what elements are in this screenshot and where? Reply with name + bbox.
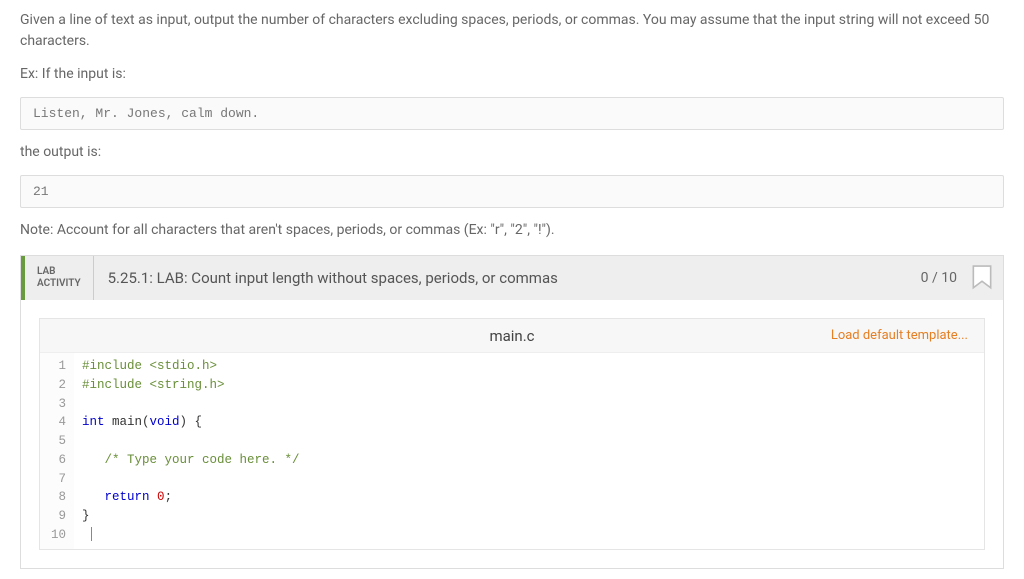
load-default-template-link[interactable]: Load default template... <box>831 328 968 343</box>
lab-label-line2: ACTIVITY <box>37 278 81 290</box>
lab-body: main.c Load default template... 12345678… <box>21 300 1003 568</box>
bookmark-icon[interactable] <box>967 256 1003 300</box>
problem-description: Given a line of text as input, output th… <box>20 10 1004 52</box>
example-intro: Ex: If the input is: <box>20 64 1004 85</box>
editor-filename: main.c <box>489 327 534 345</box>
lab-score: 0 / 10 <box>911 256 967 300</box>
problem-note: Note: Account for all characters that ar… <box>20 220 1004 241</box>
output-intro: the output is: <box>20 142 1004 163</box>
code-editor-panel: main.c Load default template... 12345678… <box>39 318 985 550</box>
lab-label-line1: LAB <box>37 266 81 278</box>
lab-title: 5.25.1: LAB: Count input length without … <box>94 256 911 300</box>
code-editor[interactable]: 12345678910 #include <stdio.h>#include <… <box>40 353 984 549</box>
line-number-gutter: 12345678910 <box>40 353 74 549</box>
example-output-box: 21 <box>20 175 1004 208</box>
lab-activity-label: LAB ACTIVITY <box>25 256 94 300</box>
example-input-box: Listen, Mr. Jones, calm down. <box>20 97 1004 130</box>
text-cursor <box>91 527 92 541</box>
editor-header: main.c Load default template... <box>40 319 984 353</box>
lab-header: LAB ACTIVITY 5.25.1: LAB: Count input le… <box>21 256 1003 300</box>
code-content[interactable]: #include <stdio.h>#include <string.h> in… <box>74 353 984 549</box>
lab-activity-panel: LAB ACTIVITY 5.25.1: LAB: Count input le… <box>20 255 1004 569</box>
